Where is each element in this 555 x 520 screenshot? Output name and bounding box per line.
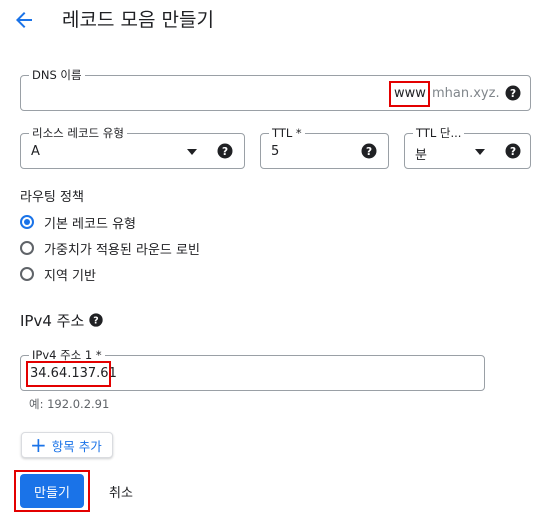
ttl-field[interactable]: TTL * 5 ? — [260, 125, 389, 169]
chevron-down-icon — [187, 149, 197, 155]
ipv4-hint: 예: 192.0.2.91 — [29, 397, 110, 411]
radio-option-default[interactable]: 기본 레코드 유형 — [20, 212, 136, 232]
dns-name-field[interactable]: DNS 이름 www mhan.xyz. ? — [20, 67, 531, 111]
ttl-label: TTL * — [269, 125, 305, 141]
add-item-button[interactable]: + 항목 추가 — [21, 432, 113, 458]
help-circle-icon[interactable]: ? — [88, 312, 104, 328]
record-type-label: 리소스 레코드 유형 — [29, 125, 127, 141]
radio-option-weighted[interactable]: 가중치가 적용된 라운드 로빈 — [20, 238, 200, 258]
radio-button[interactable] — [20, 241, 34, 255]
ttl-input[interactable]: 5 — [271, 144, 279, 159]
svg-text:?: ? — [510, 88, 516, 100]
help-circle-icon[interactable]: ? — [360, 142, 378, 160]
svg-text:?: ? — [93, 315, 98, 326]
help-circle-icon[interactable]: ? — [216, 142, 234, 160]
record-type-select[interactable]: 리소스 레코드 유형 A ? — [20, 125, 245, 169]
radio-label: 기본 레코드 유형 — [44, 216, 136, 232]
cancel-button[interactable]: 취소 — [109, 482, 133, 501]
dns-name-highlight — [389, 81, 430, 107]
radio-button[interactable] — [20, 215, 34, 229]
create-button[interactable]: 만들기 — [20, 474, 84, 508]
ttl-unit-select[interactable]: TTL 단... 분 ? — [404, 125, 531, 169]
ipv4-section-title: IPv4 주소 — [20, 312, 85, 330]
record-type-value: A — [31, 144, 40, 159]
plus-icon: + — [30, 433, 47, 457]
svg-text:?: ? — [510, 146, 516, 158]
radio-button[interactable] — [20, 267, 34, 281]
dns-name-label: DNS 이름 — [29, 67, 85, 83]
routing-policy-label: 라우팅 정책 — [20, 190, 84, 205]
ipv4-address-highlight — [26, 361, 111, 387]
radio-option-geo[interactable]: 지역 기반 — [20, 264, 96, 284]
ttl-unit-label: TTL 단... — [413, 125, 465, 141]
help-circle-icon[interactable]: ? — [504, 84, 522, 102]
chevron-down-icon — [475, 149, 485, 155]
arrow-left-icon[interactable] — [12, 8, 36, 32]
svg-text:?: ? — [366, 146, 372, 158]
dns-name-suffix: mhan.xyz. — [432, 86, 500, 101]
help-circle-icon[interactable]: ? — [504, 142, 522, 160]
add-item-label: 항목 추가 — [51, 438, 102, 454]
radio-label: 가중치가 적용된 라운드 로빈 — [44, 242, 200, 258]
page-title: 레코드 모음 만들기 — [62, 9, 214, 31]
ttl-unit-value: 분 — [415, 148, 427, 163]
radio-label: 지역 기반 — [44, 268, 96, 284]
svg-text:?: ? — [222, 146, 228, 158]
